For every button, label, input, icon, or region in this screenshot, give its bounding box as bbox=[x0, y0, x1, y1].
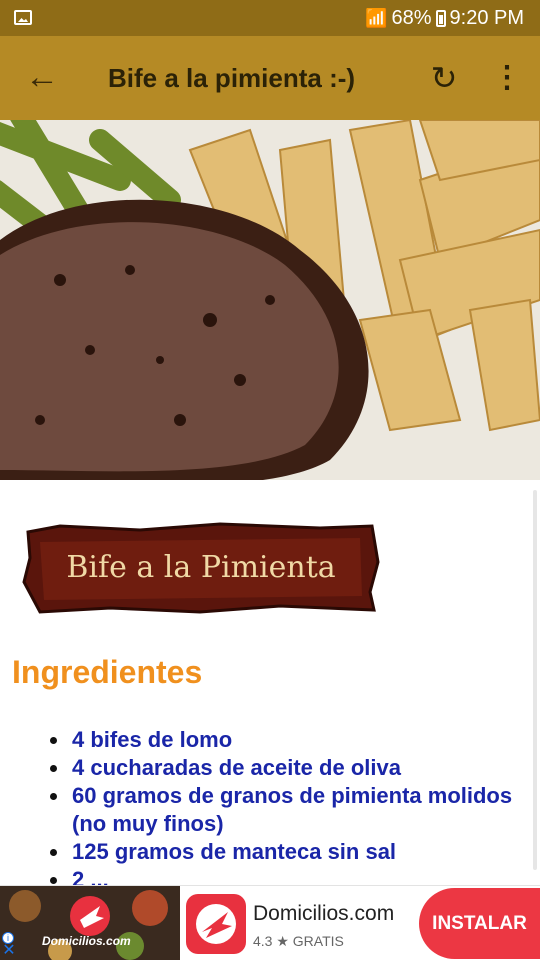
content-scrollbar[interactable] bbox=[533, 490, 537, 870]
page-title: Bife a la pimienta :-) bbox=[108, 63, 356, 93]
battery-percent: 68% bbox=[391, 6, 432, 29]
ad-image[interactable]: Domicilios.com bbox=[0, 886, 180, 960]
wifi-icon: 📶 bbox=[365, 7, 388, 28]
recipe-photo bbox=[0, 120, 540, 480]
recipe-title-banner: Bife a la Pimienta bbox=[20, 522, 382, 614]
more-vert-icon[interactable]: ⋮ bbox=[492, 58, 522, 98]
ingredients-heading: Ingredientes bbox=[12, 654, 203, 690]
back-arrow-icon[interactable]: ← bbox=[22, 58, 62, 98]
app-logo-icon[interactable] bbox=[186, 894, 246, 954]
ingredient-item: 4 cucharadas de aceite de oliva bbox=[48, 754, 528, 782]
ingredients-list: 4 bifes de lomo 4 cucharadas de aceite d… bbox=[48, 726, 528, 885]
ad-banner[interactable]: Domicilios.com i ✕ Domicilios.com 4.3 ★ … bbox=[0, 885, 540, 960]
ad-image-label: Domicilios.com bbox=[42, 934, 131, 948]
install-button[interactable]: INSTALAR bbox=[419, 888, 540, 959]
ingredient-item: 125 gramos de manteca sin sal bbox=[48, 838, 528, 866]
ad-close-icon[interactable]: ✕ bbox=[2, 943, 16, 959]
ingredient-item: 2 ... bbox=[48, 866, 528, 885]
refresh-icon[interactable]: ↻ bbox=[424, 58, 464, 98]
battery-icon bbox=[435, 9, 446, 27]
banner-text: Bife a la Pimienta bbox=[66, 550, 336, 585]
status-bar: 📶 68% 9:20 PM bbox=[0, 0, 540, 36]
clock: 9:20 PM bbox=[449, 6, 524, 29]
app-toolbar: ← Bife a la pimienta :-) ↻ ⋮ bbox=[0, 36, 540, 120]
ingredient-item: 60 gramos de granos de pimienta molidos … bbox=[48, 782, 528, 838]
recipe-content[interactable]: Bife a la Pimienta Ingredientes 4 bifes … bbox=[0, 480, 540, 885]
ingredient-item: 4 bifes de lomo bbox=[48, 726, 528, 754]
image-notification-icon bbox=[14, 10, 32, 25]
status-right: 📶 68% 9:20 PM bbox=[365, 6, 524, 30]
ad-rating: 4.3 ★ GRATIS bbox=[253, 933, 344, 949]
ad-app-name[interactable]: Domicilios.com bbox=[253, 902, 394, 926]
